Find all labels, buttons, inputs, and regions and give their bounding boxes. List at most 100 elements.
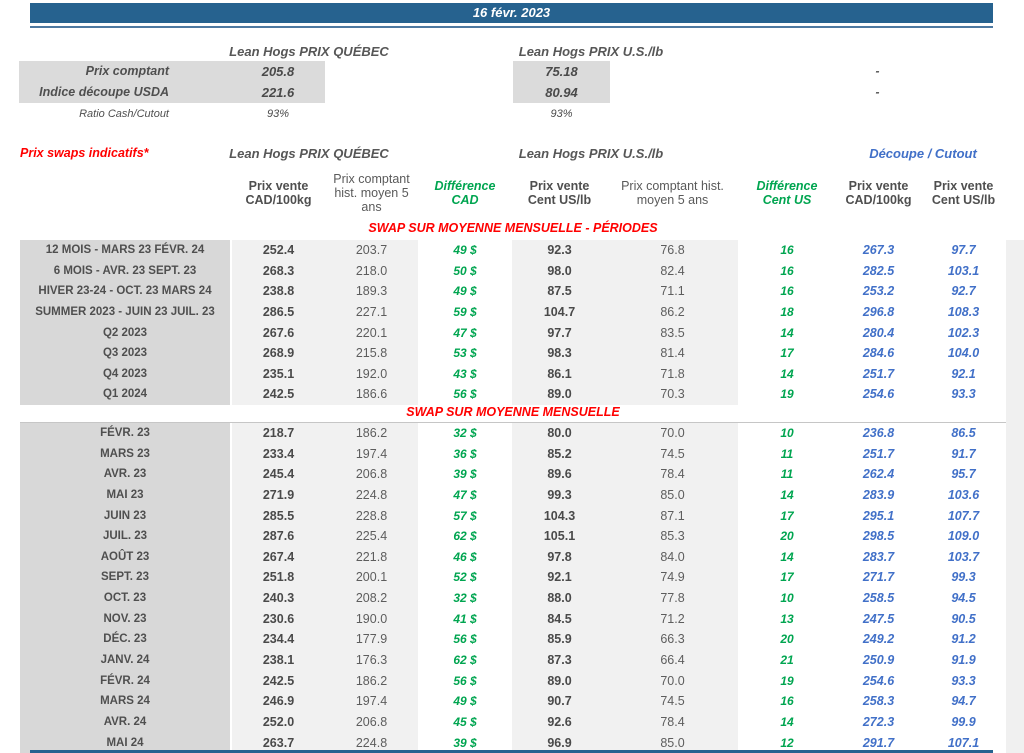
cell-qc-sell: 218.7 bbox=[232, 423, 325, 444]
table-row: MARS 23 233.4 197.4 36 $ 85.2 74.5 11 25… bbox=[20, 443, 1006, 465]
cell-qc-sell: 238.8 bbox=[232, 281, 325, 302]
cell-qc-sell: 242.5 bbox=[232, 384, 325, 406]
cell-qc-sell: 287.6 bbox=[232, 526, 325, 547]
cell-qc-hist: 215.8 bbox=[325, 343, 418, 364]
cell-us-hist: 85.0 bbox=[607, 484, 738, 506]
monthly-section-title: SWAP SUR MOYENNE MENSUELLE bbox=[406, 405, 620, 419]
cell-us-sell: 88.0 bbox=[512, 588, 607, 609]
cell-label: AVR. 23 bbox=[20, 464, 232, 485]
cell-diff-us: 16 bbox=[780, 263, 794, 278]
cell-label: 6 MOIS - AVR. 23 SEPT. 23 bbox=[20, 260, 232, 282]
cell-diff-us: 21 bbox=[780, 653, 794, 668]
cell-qc-hist: 186.6 bbox=[325, 384, 418, 406]
cell-qc-sell: 246.9 bbox=[232, 691, 325, 712]
cell-cutout-cad: 258.5 bbox=[862, 591, 895, 606]
cell-diff-cad: 57 $ bbox=[453, 508, 477, 523]
cell-diff-us: 19 bbox=[780, 673, 794, 688]
monthly-table: FÉVR. 23 218.7 186.2 32 $ 80.0 70.0 10 2… bbox=[20, 423, 1006, 753]
cell-diff-us: 17 bbox=[780, 508, 794, 523]
cell-diff-cad: 56 $ bbox=[453, 632, 477, 647]
cell-diff-us: 18 bbox=[780, 304, 794, 319]
cell-cutout-cad: 284.6 bbox=[862, 346, 895, 361]
spot-us-value: 80.94 bbox=[545, 85, 578, 100]
cell-qc-hist: 203.7 bbox=[325, 240, 418, 261]
cell-label: FÉVR. 23 bbox=[20, 423, 232, 444]
cell-diff-us: 11 bbox=[780, 467, 794, 482]
cell-qc-hist: 227.1 bbox=[325, 301, 418, 323]
cell-qc-hist: 206.8 bbox=[325, 464, 418, 485]
cell-us-sell: 99.3 bbox=[512, 484, 607, 506]
cell-us-sell: 92.6 bbox=[512, 711, 607, 733]
cell-diff-us: 10 bbox=[780, 591, 794, 606]
spot-us-ratio: 93% bbox=[550, 108, 573, 120]
cell-cutout-us: 95.7 bbox=[951, 467, 976, 482]
cell-us-sell: 89.6 bbox=[512, 464, 607, 485]
report-date: 16 févr. 2023 bbox=[472, 5, 551, 20]
table-row: 6 MOIS - AVR. 23 SEPT. 23 268.3 218.0 50… bbox=[20, 260, 1006, 282]
cell-diff-us: 14 bbox=[780, 714, 794, 729]
cell-diff-us: 16 bbox=[780, 284, 794, 299]
cell-diff-cad: 45 $ bbox=[453, 714, 477, 729]
cell-diff-cad: 46 $ bbox=[453, 549, 477, 564]
cell-qc-sell: 252.0 bbox=[232, 711, 325, 733]
cell-qc-hist: 197.4 bbox=[325, 443, 418, 465]
cell-qc-hist: 186.2 bbox=[325, 423, 418, 444]
cell-us-sell: 92.3 bbox=[512, 240, 607, 261]
cell-qc-sell: 268.9 bbox=[232, 343, 325, 364]
cell-cutout-us: 91.7 bbox=[951, 446, 976, 461]
cell-us-sell: 90.7 bbox=[512, 691, 607, 712]
column-header-spacer bbox=[20, 166, 232, 220]
cell-cutout-cad: 249.2 bbox=[862, 632, 895, 647]
cell-label: Q3 2023 bbox=[20, 343, 232, 364]
cell-label: JANV. 24 bbox=[20, 650, 232, 671]
cell-us-hist: 85.3 bbox=[607, 526, 738, 547]
table-row: FÉVR. 24 242.5 186.2 56 $ 89.0 70.0 19 2… bbox=[20, 670, 1006, 692]
spot-quebec-header: Lean Hogs PRIX QUÉBEC bbox=[229, 44, 389, 59]
cell-cutout-us: 93.3 bbox=[951, 387, 976, 402]
cell-diff-us: 20 bbox=[780, 632, 794, 647]
cell-qc-sell: 268.3 bbox=[232, 260, 325, 282]
cell-qc-sell: 230.6 bbox=[232, 608, 325, 630]
cell-us-hist: 78.4 bbox=[607, 711, 738, 733]
cell-qc-sell: 240.3 bbox=[232, 588, 325, 609]
cell-cutout-cad: 272.3 bbox=[862, 714, 895, 729]
spot-row-label: Prix comptant bbox=[85, 64, 169, 78]
cell-qc-hist: 190.0 bbox=[325, 608, 418, 630]
cell-us-hist: 71.8 bbox=[607, 363, 738, 385]
cell-label: NOV. 23 bbox=[20, 608, 232, 630]
cell-us-hist: 74.9 bbox=[607, 567, 738, 589]
cell-us-sell: 85.9 bbox=[512, 629, 607, 651]
cell-us-hist: 77.8 bbox=[607, 588, 738, 609]
table-row: JUIL. 23 287.6 225.4 62 $ 105.1 85.3 20 … bbox=[20, 526, 1006, 547]
cell-diff-cad: 52 $ bbox=[453, 570, 477, 585]
cell-cutout-us: 103.1 bbox=[947, 263, 980, 278]
cell-diff-cad: 53 $ bbox=[453, 346, 477, 361]
cell-cutout-us: 91.9 bbox=[951, 653, 976, 668]
cell-qc-sell: 271.9 bbox=[232, 484, 325, 506]
column-header-qc-hist: Prix comptant hist. moyen 5 ans bbox=[333, 171, 410, 215]
cell-cutout-us: 97.7 bbox=[951, 243, 976, 257]
table-row: MARS 24 246.9 197.4 49 $ 90.7 74.5 16 25… bbox=[20, 691, 1006, 712]
cell-diff-cad: 56 $ bbox=[453, 387, 477, 402]
cell-cutout-us: 91.2 bbox=[951, 632, 976, 647]
cell-us-hist: 66.3 bbox=[607, 629, 738, 651]
cell-diff-cad: 43 $ bbox=[453, 366, 477, 381]
cell-us-hist: 70.0 bbox=[607, 423, 738, 444]
spot-us-header: Lean Hogs PRIX U.S./lb bbox=[518, 44, 664, 59]
cell-label: SEPT. 23 bbox=[20, 567, 232, 589]
cell-cutout-cad: 258.3 bbox=[862, 694, 895, 709]
cell-cutout-cad: 295.1 bbox=[862, 508, 895, 523]
table-row: JUIN 23 285.5 228.8 57 $ 104.3 87.1 17 2… bbox=[20, 505, 1006, 527]
cell-qc-sell: 286.5 bbox=[232, 301, 325, 323]
table-row: Q3 2023 268.9 215.8 53 $ 98.3 81.4 17 28… bbox=[20, 343, 1006, 364]
table-row: SEPT. 23 251.8 200.1 52 $ 92.1 74.9 17 2… bbox=[20, 567, 1006, 589]
cell-label: JUIN 23 bbox=[20, 505, 232, 527]
cell-qc-sell: 238.1 bbox=[232, 650, 325, 671]
cell-cutout-us: 94.5 bbox=[951, 591, 976, 606]
cell-us-hist: 74.5 bbox=[607, 691, 738, 712]
cell-us-hist: 74.5 bbox=[607, 443, 738, 465]
cell-us-hist: 82.4 bbox=[607, 260, 738, 282]
cell-diff-us: 14 bbox=[780, 549, 794, 564]
column-header-qc-sell: Prix vente CAD/100kg bbox=[245, 178, 312, 207]
cell-cutout-cad: 280.4 bbox=[862, 325, 895, 340]
